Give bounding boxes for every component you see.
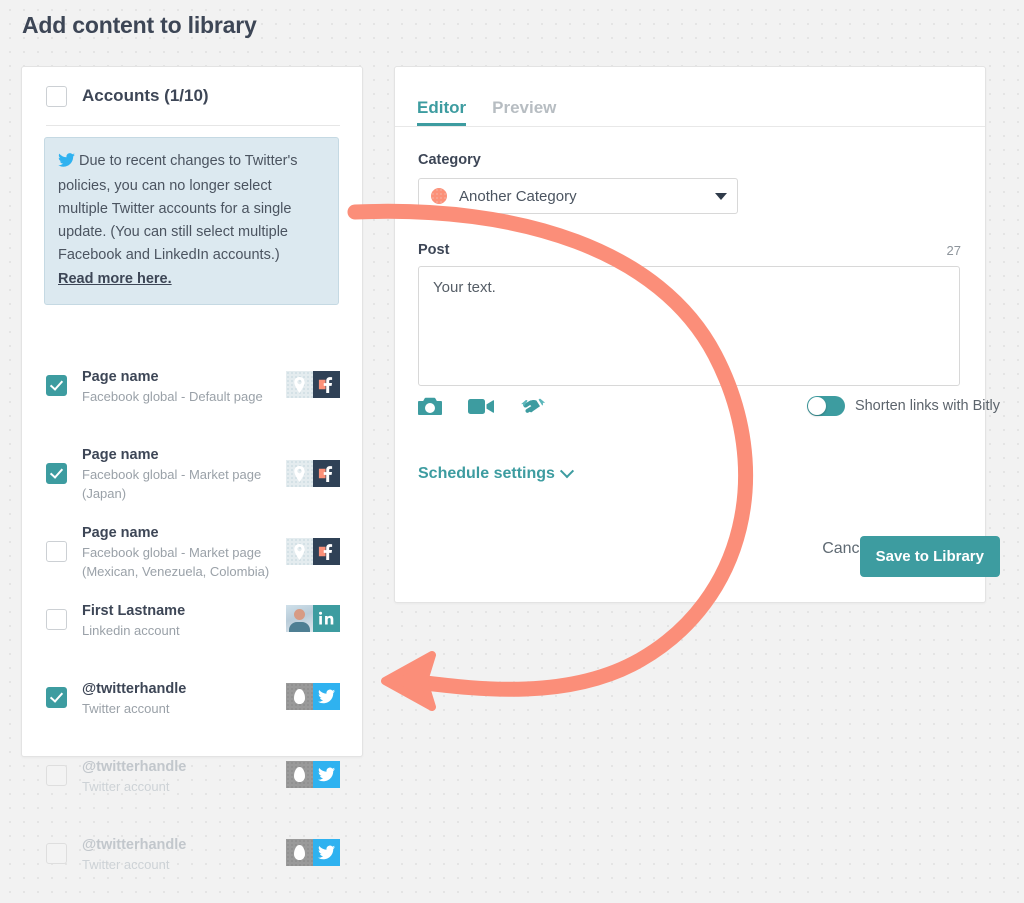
account-name: @twitterhandle [82, 681, 187, 697]
egg-avatar [286, 683, 313, 710]
account-info: @twitterhandle Twitter account [82, 825, 286, 874]
tab-editor[interactable]: Editor [417, 98, 467, 126]
account-subtitle: Linkedin account [82, 623, 180, 638]
user-photo-avatar [286, 605, 313, 632]
account-checkbox [46, 765, 67, 786]
schedule-settings-toggle[interactable]: Schedule settings [418, 464, 574, 483]
category-select[interactable]: Another Category [418, 178, 738, 214]
account-subtitle: Facebook global - Market page (Japan) [82, 467, 262, 501]
account-row[interactable]: First Lastname Linkedin account [22, 591, 362, 669]
account-name: First Lastname [82, 603, 186, 619]
account-checkbox[interactable] [46, 375, 67, 396]
twitter-icon [313, 839, 340, 866]
linkedin-icon [313, 605, 340, 632]
accounts-header-label: Accounts (1/10) [82, 86, 209, 105]
account-badges [286, 460, 340, 487]
account-info: Page name Facebook global - Default page [82, 357, 286, 406]
account-name: Page name [82, 447, 159, 463]
account-subtitle: Twitter account [82, 779, 170, 794]
account-checkbox[interactable] [46, 541, 67, 562]
toggle-knob [807, 397, 826, 415]
accounts-list: Page name Facebook global - Default page [22, 357, 362, 903]
account-checkbox[interactable] [46, 463, 67, 484]
bitly-label: Shorten links with Bitly [854, 398, 1000, 414]
select-all-accounts-checkbox[interactable] [46, 85, 67, 107]
twitter-icon [313, 761, 340, 788]
account-badges [286, 839, 340, 866]
editor-tabs: Editor Preview [395, 67, 985, 126]
category-label: Category [418, 152, 481, 168]
account-checkbox[interactable] [46, 687, 67, 708]
bitly-toggle-row: Shorten links with Bitly [806, 396, 1000, 416]
account-checkbox[interactable] [46, 609, 67, 630]
account-checkbox [46, 843, 67, 864]
account-badges [286, 605, 340, 632]
accounts-header: Accounts (1/10) [22, 67, 362, 125]
placeholder-pin-avatar [286, 371, 313, 398]
placeholder-pin-avatar [286, 538, 313, 565]
facebook-icon [313, 460, 340, 487]
twitter-policy-notice: Due to recent changes to Twitter's polic… [44, 137, 339, 305]
account-name: @twitterhandle [82, 837, 187, 853]
account-subtitle: Facebook global - Market page (Mexican, … [82, 545, 270, 579]
egg-avatar [286, 761, 313, 788]
editor-toolbar [418, 396, 546, 416]
category-selected-value: Another Category [459, 187, 577, 205]
account-info: Page name Facebook global - Market page … [82, 435, 286, 503]
account-name: Page name [82, 525, 159, 541]
account-row[interactable]: Page name Facebook global - Market page … [22, 513, 362, 591]
twitter-icon [313, 683, 340, 710]
tab-preview[interactable]: Preview [492, 98, 556, 126]
account-info: Page name Facebook global - Market page … [82, 513, 286, 581]
char-counter: 27 [946, 243, 961, 258]
account-row: @twitterhandle Twitter account [22, 747, 362, 825]
accounts-header-divider [46, 125, 340, 126]
facebook-icon [313, 371, 340, 398]
accounts-panel: Accounts (1/10) Due to recent changes to… [21, 66, 363, 872]
account-name: @twitterhandle [82, 759, 187, 775]
post-label: Post [418, 242, 450, 258]
account-badges [286, 371, 340, 398]
chevron-down-icon [559, 464, 574, 479]
account-row[interactable]: @twitterhandle Twitter account [22, 669, 362, 747]
account-info: @twitterhandle Twitter account [82, 669, 286, 718]
account-info: @twitterhandle Twitter account [82, 747, 286, 796]
account-row: @twitterhandle Twitter account [22, 825, 362, 903]
tabs-divider [395, 126, 985, 127]
account-row[interactable]: Page name Facebook global - Default page [22, 357, 362, 435]
chevron-down-icon [715, 192, 727, 200]
twitter-policy-notice-text: Due to recent changes to Twitter's polic… [58, 153, 298, 263]
account-subtitle: Twitter account [82, 857, 170, 872]
save-to-library-button[interactable]: Save to Library [859, 536, 1000, 577]
twitter-bird-icon [58, 152, 75, 175]
account-subtitle: Twitter account [82, 701, 170, 716]
category-color-dot [431, 188, 447, 204]
facebook-icon [313, 538, 340, 565]
account-name: Page name [82, 369, 159, 385]
video-camera-icon[interactable] [468, 397, 494, 416]
page-title: Add content to library [22, 12, 257, 38]
account-info: First Lastname Linkedin account [82, 591, 286, 640]
account-subtitle: Facebook global - Default page [82, 389, 263, 404]
egg-avatar [286, 839, 313, 866]
handshake-icon[interactable] [520, 397, 546, 415]
read-more-link[interactable]: Read more here. [58, 268, 324, 291]
account-badges [286, 538, 340, 565]
schedule-settings-label: Schedule settings [418, 465, 555, 482]
placeholder-pin-avatar [286, 460, 313, 487]
camera-icon[interactable] [418, 396, 442, 416]
shorten-links-toggle[interactable] [806, 396, 845, 416]
account-badges [286, 683, 340, 710]
account-badges [286, 761, 340, 788]
post-textarea[interactable]: Your text. [418, 266, 960, 386]
account-row[interactable]: Page name Facebook global - Market page … [22, 435, 362, 513]
